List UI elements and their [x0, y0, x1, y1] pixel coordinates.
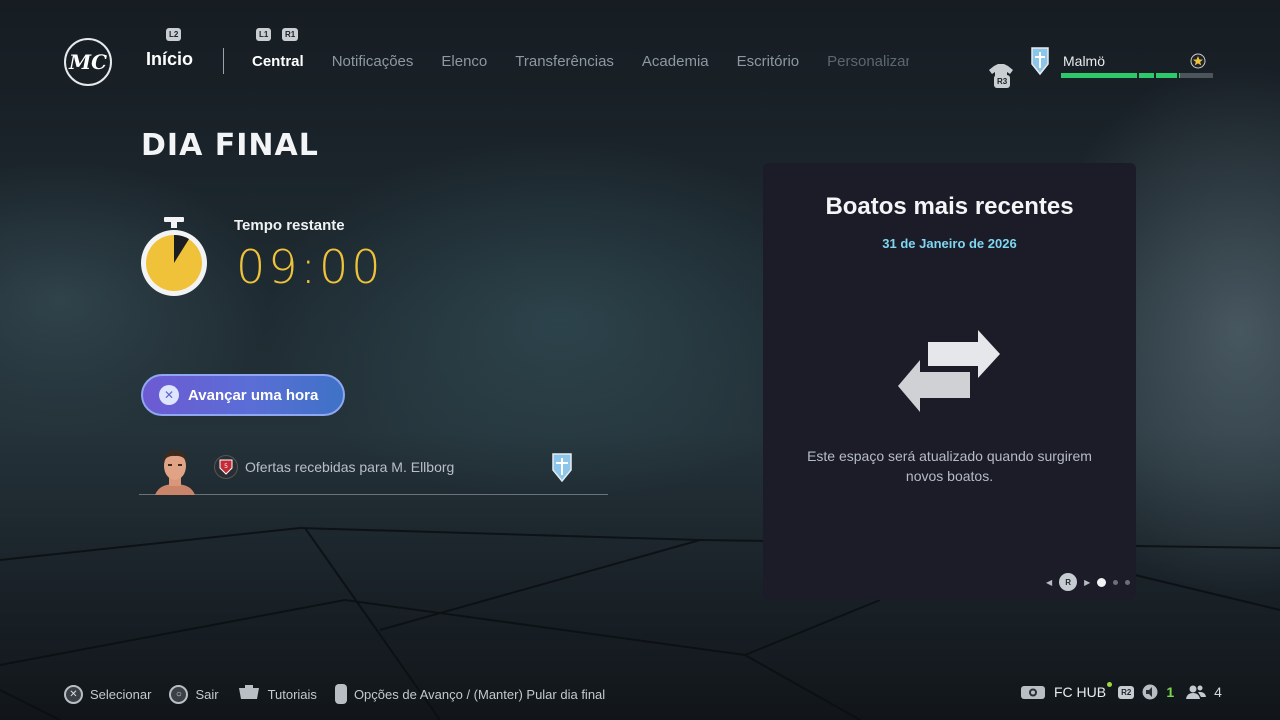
- svg-text:5: 5: [224, 463, 228, 470]
- tab-squad[interactable]: Elenco: [441, 53, 487, 70]
- players-count: 4: [1214, 684, 1222, 700]
- tutorials-label: Tutoriais: [267, 686, 317, 702]
- time-remaining-value: 09:00: [236, 240, 384, 294]
- club-name: Malmö: [1063, 53, 1106, 69]
- advance-one-hour-label: Avançar uma hora: [188, 386, 319, 404]
- bar-segment: [1154, 73, 1156, 78]
- pager-dot[interactable]: [1097, 577, 1107, 587]
- cross-button-icon: ✕: [159, 385, 179, 405]
- r3-button-hint: R3: [994, 75, 1011, 88]
- tab-notifications[interactable]: Notificações: [332, 53, 414, 70]
- cross-button-icon: ✕: [64, 684, 83, 704]
- r-stick-button-icon: R: [1059, 573, 1078, 591]
- r1-button-hint: R1: [282, 28, 299, 41]
- touchpad-button-icon: [238, 685, 259, 699]
- rumors-title: Boatos mais recentes: [825, 193, 1074, 220]
- fc-hub-notification-dot: [1107, 682, 1113, 687]
- pager-dot[interactable]: [1125, 579, 1131, 585]
- page-title: DIA FINAL: [141, 128, 319, 163]
- rumors-empty-message: Este espaço será atualizado quando surgi…: [807, 448, 1092, 484]
- stopwatch-icon: [141, 217, 207, 296]
- player-portrait: [155, 450, 195, 495]
- advance-options-hint[interactable]: Opções de Avanço / (Manter) Pular dia fi…: [334, 684, 606, 704]
- camera-icon[interactable]: [1020, 683, 1046, 701]
- button-hints-footer: ✕ Selecionar ○ Sair Tutoriais Opções de …: [64, 684, 623, 704]
- offering-club-crest-icon: 5: [214, 455, 238, 479]
- exit-hint[interactable]: ○ Sair: [169, 684, 219, 704]
- notification-count: 1: [1166, 684, 1175, 700]
- hub-tabs: Central Notificações Elenco Transferênci…: [252, 53, 937, 70]
- tab-office[interactable]: Escritório: [737, 53, 800, 70]
- career-mode-logo: MC: [64, 38, 112, 86]
- rumors-pager[interactable]: ◀ R ▶: [1046, 573, 1131, 591]
- tab-central[interactable]: Central: [252, 53, 304, 70]
- options-button-icon: [334, 684, 347, 704]
- l1-button-hint: L1: [256, 28, 272, 41]
- malmo-crest-icon: [1031, 47, 1049, 76]
- advance-one-hour-button[interactable]: ✕ Avançar uma hora: [141, 374, 345, 416]
- tutorials-hint[interactable]: Tutoriais: [237, 685, 317, 703]
- time-remaining-label: Tempo restante: [234, 217, 345, 234]
- tab-transfers[interactable]: Transferências: [515, 53, 614, 70]
- tab-academy[interactable]: Academia: [642, 53, 709, 70]
- offer-text: Ofertas recebidas para M. Ellborg: [245, 459, 455, 475]
- bar-segment: [1177, 73, 1179, 78]
- pager-dot[interactable]: [1113, 579, 1119, 585]
- offer-notification-row[interactable]: 5 Ofertas recebidas para M. Ellborg: [139, 442, 608, 495]
- r2-button-hint: R2: [1118, 685, 1135, 699]
- notification-icon[interactable]: [1142, 684, 1158, 700]
- circle-button-icon: ○: [169, 684, 189, 704]
- malmo-crest-icon: [552, 453, 572, 482]
- select-hint[interactable]: ✕ Selecionar: [64, 684, 152, 704]
- home-tab[interactable]: Início: [146, 49, 193, 70]
- exit-label: Sair: [195, 686, 219, 702]
- system-status: FC HUB R2 1 4: [1020, 680, 1222, 704]
- club-objectives-bar: [1061, 73, 1213, 78]
- club-objectives-fill: [1061, 73, 1180, 78]
- pager-left-icon[interactable]: ◀: [1046, 578, 1052, 587]
- select-label: Selecionar: [90, 686, 152, 702]
- star-badge-icon: [1190, 53, 1206, 69]
- fc-hub-button[interactable]: FC HUB: [1054, 682, 1113, 700]
- transfer-arrows-icon: [898, 330, 1000, 412]
- rumors-card[interactable]: Boatos mais recentes 31 de Janeiro de 20…: [763, 163, 1136, 600]
- club-status[interactable]: R3 Malmö: [988, 46, 1218, 90]
- l2-button-hint: L2: [166, 28, 182, 41]
- rumors-date: 31 de Janeiro de 2026: [882, 236, 1017, 251]
- nav-divider: [223, 48, 224, 74]
- fc-hub-label: FC HUB: [1054, 684, 1107, 700]
- bar-segment: [1137, 73, 1139, 78]
- players-icon[interactable]: [1186, 684, 1207, 700]
- pager-right-icon[interactable]: ▶: [1084, 578, 1090, 587]
- tab-customize[interactable]: Personalizar: [827, 53, 909, 70]
- advance-options-label: Opções de Avanço / (Manter) Pular dia fi…: [353, 686, 606, 702]
